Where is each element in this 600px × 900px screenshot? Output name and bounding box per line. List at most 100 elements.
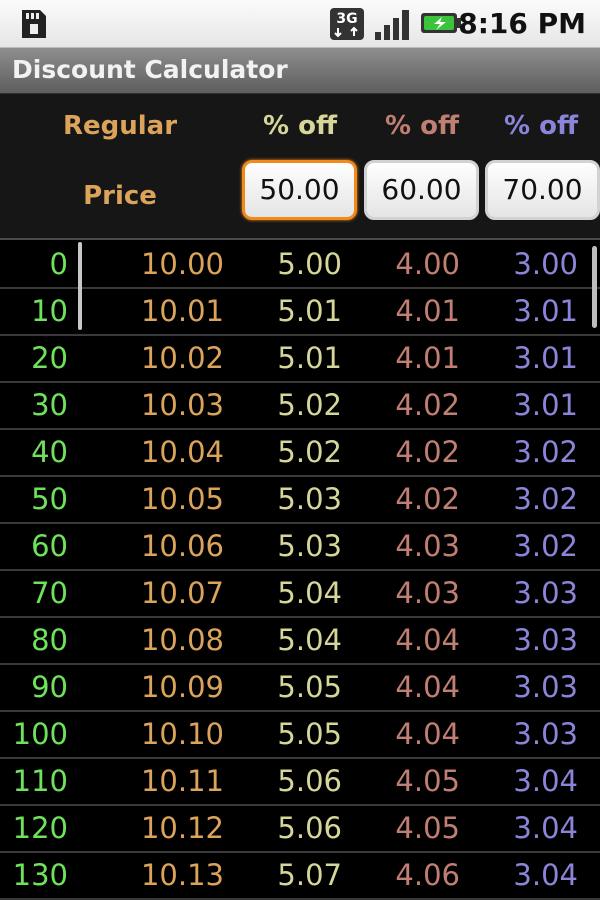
table-row[interactable]: 10 10.01 5.01 4.01 3.01 [0,289,600,336]
regular-price-cell: 100 [12,717,68,751]
discount-3-cell: 3.03 [513,670,578,704]
column-divider [78,242,82,330]
discount-1-cell: 5.07 [277,858,342,892]
discount-3-cell: 3.02 [513,529,578,563]
regular-price-cell: 130 [12,858,68,892]
table-row[interactable]: 70 10.07 5.04 4.03 3.03 [0,571,600,618]
discount-2-cell: 4.02 [395,435,460,469]
price-cell: 10.04 [140,435,224,469]
discount-1-cell: 5.02 [277,435,342,469]
pct-off-label-2: % off [384,111,460,141]
discount-1-cell: 5.06 [277,811,342,845]
discount-3-cell: 3.01 [513,294,578,328]
scrollbar[interactable] [592,246,597,328]
regular-price-cell: 20 [31,341,68,375]
regular-price-cell: 120 [12,811,68,845]
title-bar: Discount Calculator [0,48,600,94]
discount-input-2[interactable]: 60.00 [364,160,479,220]
table-row[interactable]: 60 10.06 5.03 4.03 3.02 [0,524,600,571]
discount-3-cell: 3.02 [513,482,578,516]
column-header: Regular Price % off % off % off 50.00 60… [0,94,600,240]
discount-2-cell: 4.05 [395,764,460,798]
discount-3-cell: 3.00 [513,247,578,281]
price-cell: 10.06 [140,529,224,563]
discount-1-cell: 5.00 [277,247,342,281]
discount-input-3[interactable]: 70.00 [485,160,600,220]
discount-1-cell: 5.04 [277,576,342,610]
battery-icon [421,13,461,33]
pct-off-label-1: % off [262,111,338,141]
table-row[interactable]: 30 10.03 5.02 4.02 3.01 [0,383,600,430]
regular-price-cell: 80 [31,623,68,657]
discount-1-cell: 5.05 [277,670,342,704]
discount-3-cell: 3.02 [513,435,578,469]
price-cell: 10.02 [140,341,224,375]
discount-3-cell: 3.04 [513,858,578,892]
discount-3-cell: 3.03 [513,576,578,610]
discount-1-cell: 5.01 [277,341,342,375]
discount-2-cell: 4.01 [395,341,460,375]
regular-price-cell: 70 [31,576,68,610]
discount-1-cell: 5.05 [277,717,342,751]
discount-input-1[interactable]: 50.00 [242,160,357,220]
table-row[interactable]: 80 10.08 5.04 4.04 3.03 [0,618,600,665]
discount-3-cell: 3.01 [513,341,578,375]
table-row[interactable]: 90 10.09 5.05 4.04 3.03 [0,665,600,712]
discount-2-cell: 4.04 [395,623,460,657]
table-row[interactable]: 40 10.04 5.02 4.02 3.02 [0,430,600,477]
table-row[interactable]: 50 10.05 5.03 4.02 3.02 [0,477,600,524]
discount-1-cell: 5.03 [277,482,342,516]
discount-3-cell: 3.04 [513,811,578,845]
regular-price-cell: 10 [31,294,68,328]
header-divider [0,238,600,240]
discount-2-cell: 4.04 [395,717,460,751]
discount-1-cell: 5.03 [277,529,342,563]
price-cell: 10.01 [140,294,224,328]
sd-card-icon [22,10,46,38]
discount-2-cell: 4.01 [395,294,460,328]
regular-price-cell: 40 [31,435,68,469]
app-title: Discount Calculator [12,55,288,84]
price-cell: 10.07 [140,576,224,610]
table-row[interactable]: 110 10.11 5.06 4.05 3.04 [0,759,600,806]
discount-3-cell: 3.01 [513,388,578,422]
discount-1-cell: 5.01 [277,294,342,328]
price-cell: 10.00 [140,247,224,281]
discount-2-cell: 4.05 [395,811,460,845]
regular-label: Regular [62,111,178,141]
discount-2-cell: 4.00 [395,247,460,281]
price-cell: 10.05 [140,482,224,516]
discount-1-cell: 5.06 [277,764,342,798]
discount-2-cell: 4.02 [395,388,460,422]
table-row[interactable]: 0 10.00 5.00 4.00 3.00 [0,242,600,289]
price-cell: 10.03 [140,388,224,422]
network-label: 3G [336,11,357,27]
price-cell: 10.11 [140,764,224,798]
discount-1-cell: 5.04 [277,623,342,657]
table-row[interactable]: 120 10.12 5.06 4.05 3.04 [0,806,600,853]
price-cell: 10.13 [140,858,224,892]
discount-3-cell: 3.03 [513,717,578,751]
discount-2-cell: 4.03 [395,529,460,563]
regular-price-cell: 110 [12,764,68,798]
clock: 8:16 PM [458,7,586,40]
discount-1-cell: 5.02 [277,388,342,422]
price-cell: 10.12 [140,811,224,845]
price-table[interactable]: 0 10.00 5.00 4.00 3.00 10 10.01 5.01 4.01 3.01 20 1… [0,242,600,900]
regular-price-cell: 60 [31,529,68,563]
price-label: Price [83,181,157,211]
regular-price-cell: 0 [49,247,68,281]
discount-3-cell: 3.04 [513,764,578,798]
status-bar: 3G 8:16 PM [0,0,600,48]
regular-price-cell: 90 [31,670,68,704]
regular-price-cell: 30 [31,388,68,422]
table-row[interactable]: 20 10.02 5.01 4.01 3.01 [0,336,600,383]
discount-2-cell: 4.06 [395,858,460,892]
price-cell: 10.09 [140,670,224,704]
signal-icon [375,10,409,40]
discount-3-cell: 3.03 [513,623,578,657]
3g-icon: 3G [330,8,364,40]
pct-off-label-3: % off [503,111,579,141]
table-row[interactable]: 130 10.13 5.07 4.06 3.04 [0,853,600,900]
table-row[interactable]: 100 10.10 5.05 4.04 3.03 [0,712,600,759]
